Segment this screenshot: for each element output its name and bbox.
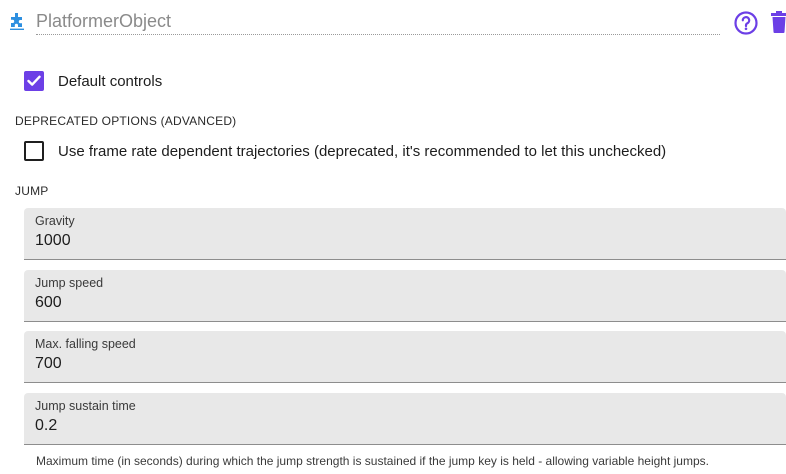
help-icon[interactable] xyxy=(734,11,758,35)
behavior-header: PlatformerObject xyxy=(0,0,786,44)
default-controls-label: Default controls xyxy=(58,72,163,90)
object-name-field[interactable]: PlatformerObject xyxy=(36,8,720,35)
frame-rate-checkbox[interactable] xyxy=(24,141,44,161)
frame-rate-label: Use frame rate dependent trajectories (d… xyxy=(58,142,667,160)
jump-sustain-time-field[interactable]: Jump sustain time 0.2 xyxy=(24,393,786,445)
field-label: Gravity xyxy=(35,214,75,228)
default-controls-checkbox[interactable] xyxy=(24,71,44,91)
max-falling-speed-field[interactable]: Max. falling speed 700 xyxy=(24,331,786,383)
deprecated-section-title: DEPRECATED OPTIONS (ADVANCED) xyxy=(15,114,237,128)
frame-rate-option-row[interactable]: Use frame rate dependent trajectories (d… xyxy=(24,140,666,162)
field-value[interactable]: 700 xyxy=(35,355,62,373)
puzzle-icon xyxy=(10,13,24,30)
jump-sustain-helper-text: Maximum time (in seconds) during which t… xyxy=(36,454,709,468)
field-value[interactable]: 600 xyxy=(35,294,62,312)
field-label: Max. falling speed xyxy=(35,337,136,351)
jump-section-title: JUMP xyxy=(15,184,49,198)
field-value[interactable]: 0.2 xyxy=(35,417,57,435)
check-icon xyxy=(27,75,41,86)
default-controls-row[interactable]: Default controls xyxy=(24,70,162,92)
gravity-field[interactable]: Gravity 1000 xyxy=(24,208,786,260)
jump-speed-field[interactable]: Jump speed 600 xyxy=(24,270,786,322)
trash-icon[interactable] xyxy=(771,11,786,33)
field-label: Jump speed xyxy=(35,276,104,290)
field-value[interactable]: 1000 xyxy=(35,232,71,250)
field-label: Jump sustain time xyxy=(35,399,136,413)
